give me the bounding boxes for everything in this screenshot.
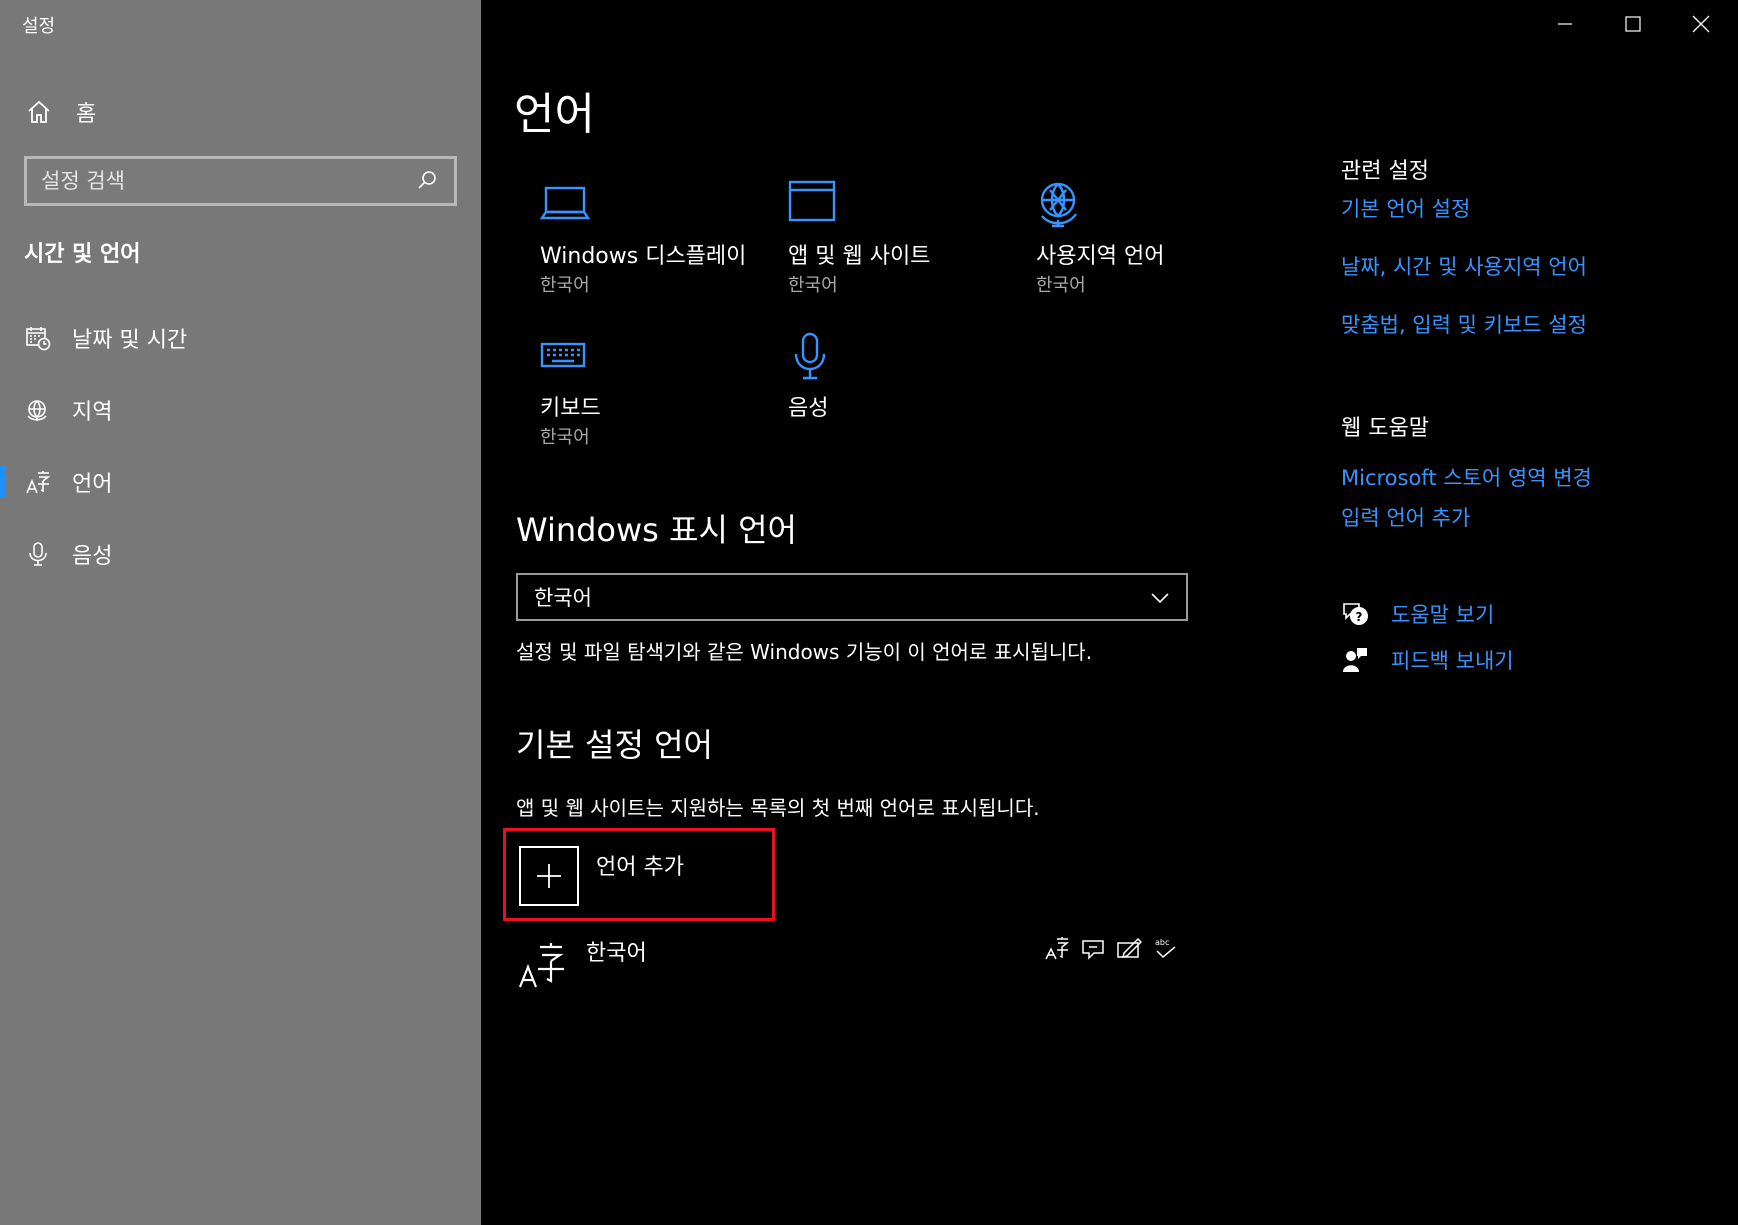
display-language-heading: Windows 표시 언어 <box>516 511 797 549</box>
microphone-icon <box>788 330 840 382</box>
speech-icon <box>1080 935 1108 963</box>
tile-keyboard[interactable]: 키보드 한국어 <box>540 330 780 452</box>
display-language-icon <box>1044 935 1072 963</box>
give-feedback-label: 피드백 보내기 <box>1391 649 1514 673</box>
web-help-heading: 웹 도움말 <box>1341 416 1429 441</box>
maximize-button[interactable] <box>1603 4 1663 48</box>
sidebar-item-label: 음성 <box>72 544 113 569</box>
globe-icon <box>24 396 52 424</box>
browser-window-icon <box>788 178 840 230</box>
sidebar-item-label: 지역 <box>72 400 113 425</box>
feedback-icon <box>1341 646 1369 674</box>
sidebar-item-label: 날짜 및 시간 <box>72 328 188 353</box>
preferred-language-heading: 기본 설정 언어 <box>516 726 713 764</box>
tile-sub: 한국어 <box>540 427 590 448</box>
sidebar-item-speech[interactable]: 음성 <box>0 528 481 580</box>
link-date-time-region[interactable]: 날짜, 시간 및 사용지역 언어 <box>1341 251 1587 281</box>
tile-windows-display[interactable]: Windows 디스플레이 한국어 <box>539 178 780 300</box>
minimize-icon <box>1557 16 1573 36</box>
tile-apps-websites[interactable]: 앱 및 웹 사이트 한국어 <box>788 178 1028 300</box>
close-button[interactable] <box>1671 4 1731 48</box>
home-nav-item[interactable]: 홈 <box>24 92 96 132</box>
sidebar-item-region[interactable]: 지역 <box>0 384 481 436</box>
region-globe-icon <box>1036 178 1088 230</box>
spellcheck-icon: abc <box>1152 935 1180 963</box>
add-language-label: 언어 추가 <box>596 855 684 880</box>
sidebar-item-label: 언어 <box>72 472 113 497</box>
tile-regional-format[interactable]: 사용지역 언어 한국어 <box>1036 178 1276 300</box>
home-label: 홈 <box>76 102 97 127</box>
language-icon <box>24 468 52 496</box>
close-icon <box>1692 15 1710 37</box>
language-list-item[interactable]: 한국어 abc <box>516 935 1176 995</box>
handwriting-icon <box>1116 935 1144 963</box>
help-chat-icon: ? <box>1341 600 1369 628</box>
display-language-value: 한국어 <box>534 586 592 610</box>
give-feedback-link[interactable]: 피드백 보내기 <box>1341 643 1514 677</box>
display-language-select[interactable]: 한국어 <box>516 573 1188 621</box>
svg-text:?: ? <box>1356 610 1363 624</box>
tile-name: 키보드 <box>540 396 601 421</box>
tile-sub: 한국어 <box>788 275 838 296</box>
search-box[interactable] <box>24 156 457 206</box>
calendar-clock-icon <box>24 324 52 352</box>
minimize-button[interactable] <box>1535 4 1595 48</box>
language-name: 한국어 <box>586 941 647 966</box>
link-spelling-typing-keyboard[interactable]: 맞춤법, 입력 및 키보드 설정 <box>1341 309 1587 339</box>
tile-name: 사용지역 언어 <box>1036 244 1165 269</box>
search-input[interactable] <box>41 169 416 193</box>
app-title: 설정 <box>22 16 56 37</box>
chevron-down-icon <box>1150 585 1170 609</box>
get-help-link[interactable]: ? 도움말 보기 <box>1341 597 1494 631</box>
home-icon <box>24 97 54 127</box>
link-change-store-region[interactable]: Microsoft 스토어 영역 변경 <box>1341 462 1592 492</box>
related-settings-heading: 관련 설정 <box>1341 159 1429 184</box>
link-add-input-language[interactable]: 입력 언어 추가 <box>1341 502 1470 532</box>
plus-icon <box>519 846 579 906</box>
tile-name: 음성 <box>788 396 829 421</box>
link-default-language-settings[interactable]: 기본 언어 설정 <box>1341 193 1470 223</box>
page-title: 언어 <box>514 89 595 140</box>
tile-name: 앱 및 웹 사이트 <box>788 244 931 269</box>
tile-sub: 한국어 <box>540 275 590 296</box>
tile-speech[interactable]: 음성 <box>788 330 1028 424</box>
search-icon[interactable] <box>416 169 440 193</box>
microphone-icon <box>24 540 52 568</box>
tile-name: Windows 디스플레이 <box>540 244 747 269</box>
section-title: 시간 및 언어 <box>24 242 141 267</box>
keyboard-icon <box>540 330 592 382</box>
language-icon <box>518 941 568 991</box>
tile-sub: 한국어 <box>1036 275 1086 296</box>
laptop-icon <box>539 178 592 230</box>
sidebar-item-date-time[interactable]: 날짜 및 시간 <box>0 312 481 364</box>
get-help-label: 도움말 보기 <box>1391 603 1495 627</box>
svg-text:abc: abc <box>1155 938 1169 947</box>
maximize-icon <box>1625 16 1641 36</box>
sidebar: 설정 홈 시간 및 언어 날짜 및 시간 <box>0 0 481 1225</box>
display-language-description: 설정 및 파일 탐색기와 같은 Windows 기능이 이 언어로 표시됩니다. <box>516 640 1093 664</box>
preferred-language-description: 앱 및 웹 사이트는 지원하는 목록의 첫 번째 언어로 표시됩니다. <box>516 796 1040 820</box>
sidebar-item-language[interactable]: 언어 <box>0 456 481 508</box>
add-language-button[interactable]: 언어 추가 <box>503 828 775 921</box>
